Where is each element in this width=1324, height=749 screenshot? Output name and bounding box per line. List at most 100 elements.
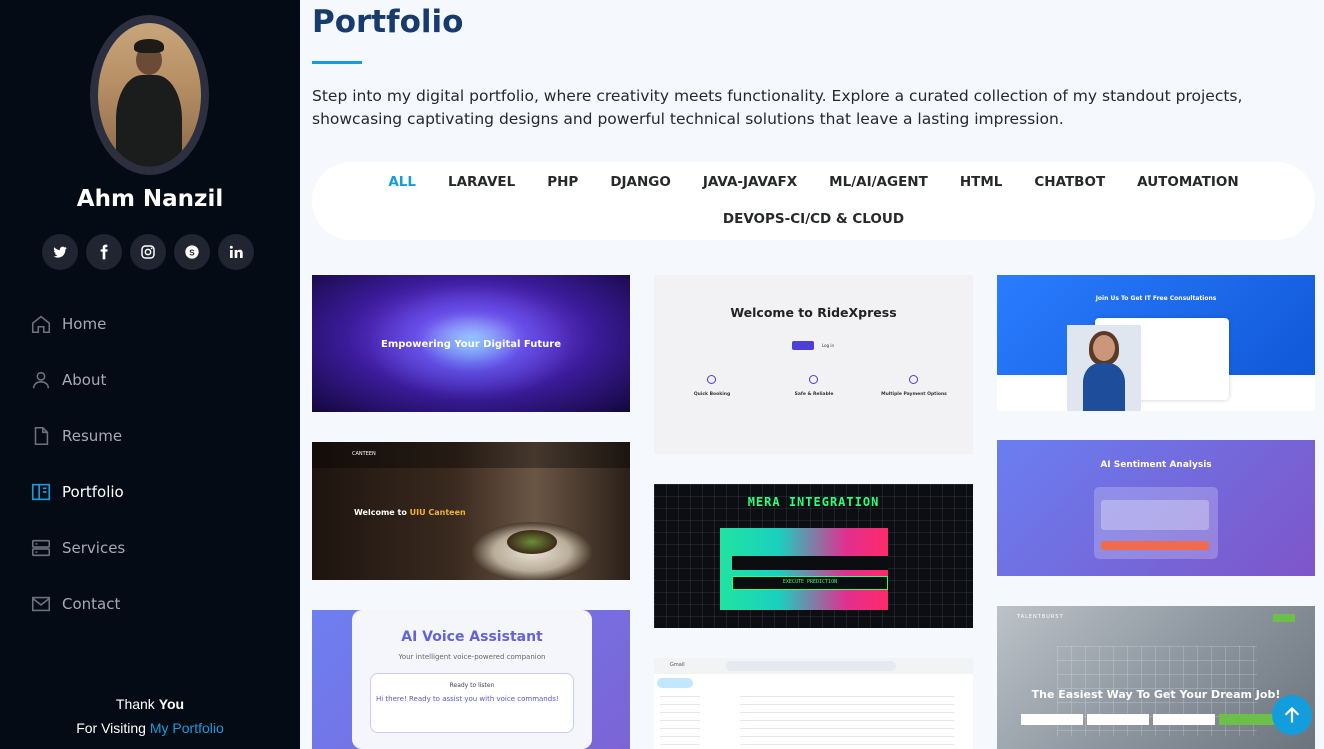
- portfolio-item-ridexpress[interactable]: Welcome to RideXpress Log in Quick Booki…: [654, 275, 973, 454]
- sidebar-footer: Thank You For Visiting My Portfolio: [0, 692, 300, 740]
- instagram-link[interactable]: [130, 234, 166, 270]
- skype-icon: [185, 245, 199, 259]
- linkedin-link[interactable]: [218, 234, 254, 270]
- avatar: [90, 15, 209, 175]
- title-underline: [312, 61, 362, 64]
- profile-name: Ahm Nanzil: [76, 186, 224, 212]
- social-links: [42, 234, 254, 270]
- filter-html[interactable]: HTML: [944, 172, 1019, 192]
- filter-java-javafx[interactable]: JAVA-JAVAFX: [687, 172, 813, 192]
- feature-icon: [707, 375, 716, 384]
- filter-django[interactable]: DJANGO: [594, 172, 687, 192]
- document-icon: [30, 425, 52, 447]
- thumbnail-suit: [1083, 363, 1125, 411]
- feature-label: Safe & Reliable: [794, 392, 834, 397]
- thumbnail-rows: [740, 696, 954, 746]
- filter-devops[interactable]: DEVOPS-CI/CD & CLOUD: [707, 209, 920, 229]
- thumbnail-title: Welcome to UIU Canteen: [354, 508, 466, 517]
- thumbnail-title: AI Sentiment Analysis: [1100, 460, 1212, 470]
- linkedin-icon: [229, 245, 243, 258]
- thumbnail-title: Empowering Your Digital Future: [381, 339, 561, 350]
- thumbnail-title: AI Voice Assistant: [401, 629, 543, 645]
- twitter-link[interactable]: [42, 234, 78, 270]
- facebook-icon: [100, 244, 108, 260]
- nav-item-portfolio[interactable]: Portfolio: [30, 478, 125, 506]
- portfolio-item-it-consultation[interactable]: Join Us To Get IT Free Consultations: [997, 275, 1315, 411]
- thumbnail-title: Join Us To Get IT Free Consultations: [1095, 295, 1217, 302]
- thumbnail-food: [507, 530, 557, 554]
- thumbnail-search: [726, 661, 896, 671]
- filter-all[interactable]: ALL: [372, 172, 432, 192]
- portfolio-item-canteen[interactable]: CANTEEN Welcome to UIU Canteen: [312, 442, 630, 580]
- person-icon: [30, 369, 52, 391]
- thumbnail-badge: [1273, 614, 1295, 622]
- filter-chatbot[interactable]: CHATBOT: [1018, 172, 1121, 192]
- thumbnail-sidebar: [660, 696, 700, 746]
- filter-ml-ai-agent[interactable]: ML/AI/AGENT: [813, 172, 944, 192]
- thumbnail-face: [1093, 335, 1115, 361]
- facebook-link[interactable]: [86, 234, 122, 270]
- visiting-line: For Visiting My Portfolio: [0, 716, 300, 740]
- title-prefix: Welcome to: [354, 508, 407, 517]
- nav-label: Resume: [62, 427, 123, 445]
- thumbnail-logo: TALENTBURST: [1017, 614, 1064, 620]
- thumbnail-search-bar: [1021, 712, 1291, 725]
- nav-label: Home: [62, 315, 107, 333]
- envelope-icon: [30, 593, 52, 615]
- portfolio-item-digital-future[interactable]: Empowering Your Digital Future: [312, 275, 630, 412]
- thumbnail-button: [792, 341, 814, 350]
- twitter-icon: [53, 246, 67, 258]
- thumbnail-login: Log in: [822, 343, 835, 348]
- sidebar: Ahm Nanzil Home About Resume Portfolio S…: [0, 0, 300, 749]
- thank-you-line: Thank You: [0, 692, 300, 716]
- home-icon: [30, 313, 52, 335]
- portfolio-link[interactable]: My Portfolio: [150, 720, 224, 736]
- portfolio-item-sentiment-analysis[interactable]: AI Sentiment Analysis: [997, 440, 1315, 576]
- thumbnail-title: The Easiest Way To Get Your Dream Job!: [1031, 688, 1281, 701]
- portfolio-item-talentburst[interactable]: TALENTBURST The Easiest Way To Get Your …: [997, 606, 1315, 749]
- filter-automation[interactable]: AUTOMATION: [1121, 172, 1255, 192]
- nav-item-resume[interactable]: Resume: [30, 422, 125, 450]
- page-title: Portfolio: [312, 4, 464, 40]
- filter-row: DEVOPS-CI/CD & CLOUD: [312, 209, 1315, 229]
- filter-row: ALL LARAVEL PHP DJANGO JAVA-JAVAFX ML/AI…: [312, 172, 1315, 192]
- back-to-top-button[interactable]: [1272, 695, 1312, 735]
- skype-link[interactable]: [174, 234, 210, 270]
- thumbnail-title: MERA INTEGRATION: [747, 495, 880, 509]
- thumbnail-logo: Gmail: [670, 662, 685, 668]
- book-icon: [30, 481, 52, 503]
- instagram-icon: [141, 245, 155, 259]
- thumbnail-button: [1101, 541, 1209, 550]
- nav-label: Services: [62, 539, 126, 557]
- thumbnail-logo: CANTEEN: [352, 451, 376, 457]
- nav-item-about[interactable]: About: [30, 366, 125, 394]
- thumbnail-title: Welcome to RideXpress: [730, 305, 897, 320]
- portfolio-filters: ALL LARAVEL PHP DJANGO JAVA-JAVAFX ML/AI…: [312, 162, 1315, 240]
- portfolio-item-gmail-automation[interactable]: Gmail: [654, 658, 973, 749]
- portfolio-item-voice-assistant[interactable]: AI Voice Assistant Your intelligent voic…: [312, 610, 630, 749]
- thumbnail-subtitle: Your intelligent voice-powered companion: [398, 653, 546, 661]
- nav-label: Contact: [62, 595, 121, 613]
- filter-laravel[interactable]: LARAVEL: [432, 172, 531, 192]
- portfolio-item-mera-integration[interactable]: MERA INTEGRATION EXECUTE PREDICTION: [654, 484, 973, 628]
- filter-php[interactable]: PHP: [531, 172, 594, 192]
- nav-item-services[interactable]: Services: [30, 534, 125, 562]
- nav-item-home[interactable]: Home: [30, 310, 125, 338]
- main-nav: Home About Resume Portfolio Services Con…: [30, 310, 125, 646]
- feature-icon: [909, 375, 918, 384]
- thumbnail-message: Hi there! Ready to assist you with voice…: [376, 695, 559, 703]
- feature-label: Quick Booking: [693, 392, 731, 397]
- you-text: You: [158, 696, 185, 712]
- arrow-up-icon: [1285, 707, 1299, 723]
- server-icon: [30, 537, 52, 559]
- nav-label: Portfolio: [62, 483, 124, 501]
- thumbnail-textarea: [1101, 500, 1209, 530]
- title-highlight: UIU Canteen: [409, 508, 466, 517]
- thumbnail-compose: [657, 678, 693, 688]
- nav-label: About: [62, 371, 107, 389]
- nav-item-contact[interactable]: Contact: [30, 590, 125, 618]
- feature-label: Multiple Payment Options: [881, 392, 947, 397]
- visiting-text: For Visiting: [76, 720, 146, 736]
- thumbnail-status: Ready to listen: [449, 682, 495, 689]
- thumbnail-button-label: EXECUTE PREDICTION: [782, 579, 838, 585]
